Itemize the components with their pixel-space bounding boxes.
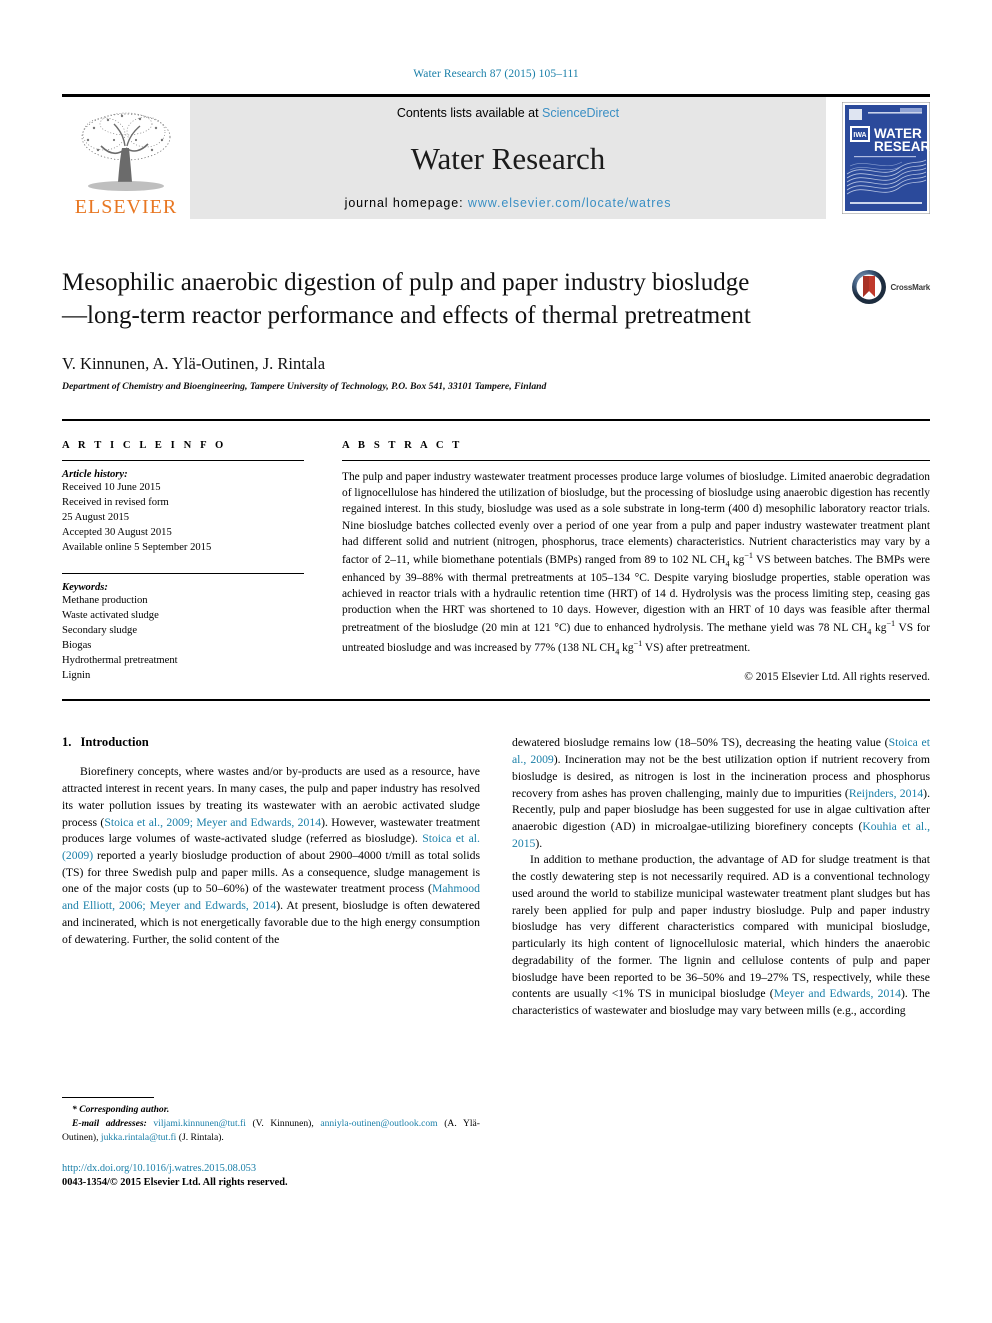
- sciencedirect-link[interactable]: ScienceDirect: [542, 106, 619, 120]
- abstract-rule: [342, 460, 930, 461]
- paper-page: Water Research 87 (2015) 105–111 ELSEVIE…: [0, 0, 992, 1323]
- article-info-rule: [62, 460, 304, 461]
- keyword-item: Secondary sludge: [62, 625, 138, 637]
- abstract-column: A B S T R A C T The pulp and paper indus…: [304, 440, 930, 683]
- homepage-prefix: journal homepage:: [344, 196, 468, 210]
- keyword-item: Biogas: [62, 640, 92, 652]
- homepage-url-link[interactable]: www.elsevier.com/locate/watres: [468, 196, 671, 210]
- page-title: Mesophilic anaerobic digestion of pulp a…: [62, 269, 751, 329]
- author-names: V. Kinnunen, A. Ylä-Outinen, J. Rintala: [62, 354, 326, 373]
- footnote-text: * Corresponding author. E-mail addresses:…: [62, 1103, 480, 1145]
- email-label: E-mail addresses:: [72, 1117, 147, 1129]
- doi-link[interactable]: http://dx.doi.org/10.1016/j.watres.2015.…: [62, 1162, 480, 1176]
- history-item: 25 August 2015: [62, 512, 130, 524]
- paragraph-intro-right-2: In addition to methane production, the a…: [512, 852, 930, 1019]
- masthead-center-panel: Contents lists available at ScienceDirec…: [190, 97, 826, 219]
- journal-homepage-line: journal homepage: www.elsevier.com/locat…: [345, 196, 672, 210]
- svg-text:RESEARCH: RESEARCH: [874, 139, 930, 154]
- article-info-heading: A R T I C L E I N F O: [62, 440, 227, 451]
- journal-cover-thumbnail: IWA WATER RESEARCH: [826, 97, 930, 219]
- email-link[interactable]: jukka.rintala@tut.fi: [101, 1132, 176, 1143]
- left-column: 1. Introduction Biorefinery concepts, whe…: [62, 735, 480, 1190]
- water-research-cover-image: IWA WATER RESEARCH: [842, 102, 930, 214]
- keyword-item: Methane production: [62, 595, 148, 607]
- text-run: In addition to methane production, the a…: [512, 853, 930, 1001]
- svg-text:IWA: IWA: [853, 132, 866, 139]
- elsevier-wordmark: ELSEVIER: [74, 196, 178, 218]
- section-heading-introduction: 1. Introduction: [62, 735, 480, 750]
- abstract-bottom-rule: [62, 699, 930, 702]
- footnote-rule: [62, 1096, 154, 1098]
- corresponding-author-note: * Corresponding author.: [72, 1103, 170, 1115]
- email-link[interactable]: viljami.kinnunen@tut.fi: [153, 1118, 246, 1129]
- issn-copyright-line: 0043-1354/© 2015 Elsevier Ltd. All right…: [62, 1176, 288, 1188]
- right-column: dewatered biosludge remains low (18–50% …: [512, 735, 930, 1190]
- history-item: Received 10 June 2015: [62, 482, 161, 493]
- doi-block: http://dx.doi.org/10.1016/j.watres.2015.…: [62, 1162, 480, 1191]
- info-band-top-rule: [62, 419, 930, 421]
- elsevier-tree-icon: [81, 112, 171, 191]
- keyword-item: Waste activated sludge: [62, 610, 159, 622]
- text-run: ).: [535, 836, 543, 850]
- keyword-item: Lignin: [62, 670, 91, 682]
- elsevier-logo: ELSEVIER: [62, 97, 190, 219]
- running-head: Water Research 87 (2015) 105–111: [413, 68, 579, 80]
- text-run: dewatered biosludge remains low (18–50% …: [512, 736, 889, 750]
- keywords-label: Keywords:: [62, 582, 108, 594]
- abstract-heading: A B S T R A C T: [342, 440, 463, 451]
- keywords-block: Keywords: Methane production Waste activ…: [62, 573, 304, 683]
- journal-masthead: ELSEVIER Contents lists available at Sci…: [62, 97, 930, 219]
- keyword-item: Hydrothermal pretreatment: [62, 655, 178, 667]
- section-title: Introduction: [80, 735, 149, 750]
- citation-link[interactable]: Stoica et al., 2009; Meyer and Edwards, …: [104, 816, 321, 829]
- paragraph-intro-left: Biorefinery concepts, where wastes and/o…: [62, 764, 480, 948]
- keywords-rule: [62, 573, 304, 575]
- crossmark-label: CrossMark: [890, 282, 930, 292]
- title-block: CrossMark Mesophilic anaerobic digestion…: [62, 267, 930, 392]
- author-list: V. Kinnunen, A. Ylä-Outinen, J. Rintala: [62, 354, 930, 374]
- citation-link[interactable]: Reijnders, 2014: [849, 787, 923, 800]
- keywords-list: Methane production Waste activated sludg…: [62, 593, 304, 683]
- history-item: Available online 5 September 2015: [62, 542, 212, 554]
- email-person: (J. Rintala): [178, 1131, 222, 1143]
- history-item: Accepted 30 August 2015: [62, 527, 172, 539]
- email-addresses-note: E-mail addresses: viljami.kinnunen@tut.f…: [62, 1117, 480, 1143]
- article-history-label: Article history:: [62, 469, 128, 480]
- footnote-zone: * Corresponding author. E-mail addresses:…: [62, 1096, 480, 1191]
- paragraph-intro-right-1: dewatered biosludge remains low (18–50% …: [512, 735, 930, 852]
- text-run: reported a yearly biosludge production o…: [62, 849, 480, 896]
- info-abstract-band: A R T I C L E I N F O Article history: R…: [62, 440, 930, 683]
- body-columns: 1. Introduction Biorefinery concepts, whe…: [62, 735, 930, 1190]
- history-item: Received in revised form: [62, 497, 169, 509]
- article-info-column: A R T I C L E I N F O Article history: R…: [62, 440, 304, 683]
- email-person: (V. Kinnunen): [252, 1117, 312, 1129]
- crossmark-icon: [852, 270, 887, 304]
- abstract-copyright: © 2015 Elsevier Ltd. All rights reserved…: [744, 670, 930, 683]
- citation-link[interactable]: Meyer and Edwards, 2014: [774, 987, 901, 1000]
- contents-lists-line: Contents lists available at ScienceDirec…: [397, 106, 619, 120]
- affiliation: Department of Chemistry and Bioengineeri…: [62, 381, 547, 392]
- journal-title: Water Research: [410, 140, 606, 176]
- abstract-text: The pulp and paper industry wastewater t…: [342, 471, 930, 657]
- contents-prefix: Contents lists available at: [396, 106, 543, 120]
- section-number: 1.: [62, 735, 72, 750]
- email-link[interactable]: anniyla-outinen@outlook.com: [320, 1118, 437, 1129]
- crossmark-badge[interactable]: CrossMark: [851, 269, 930, 305]
- article-history-list: Received 10 June 2015 Received in revise…: [62, 480, 304, 555]
